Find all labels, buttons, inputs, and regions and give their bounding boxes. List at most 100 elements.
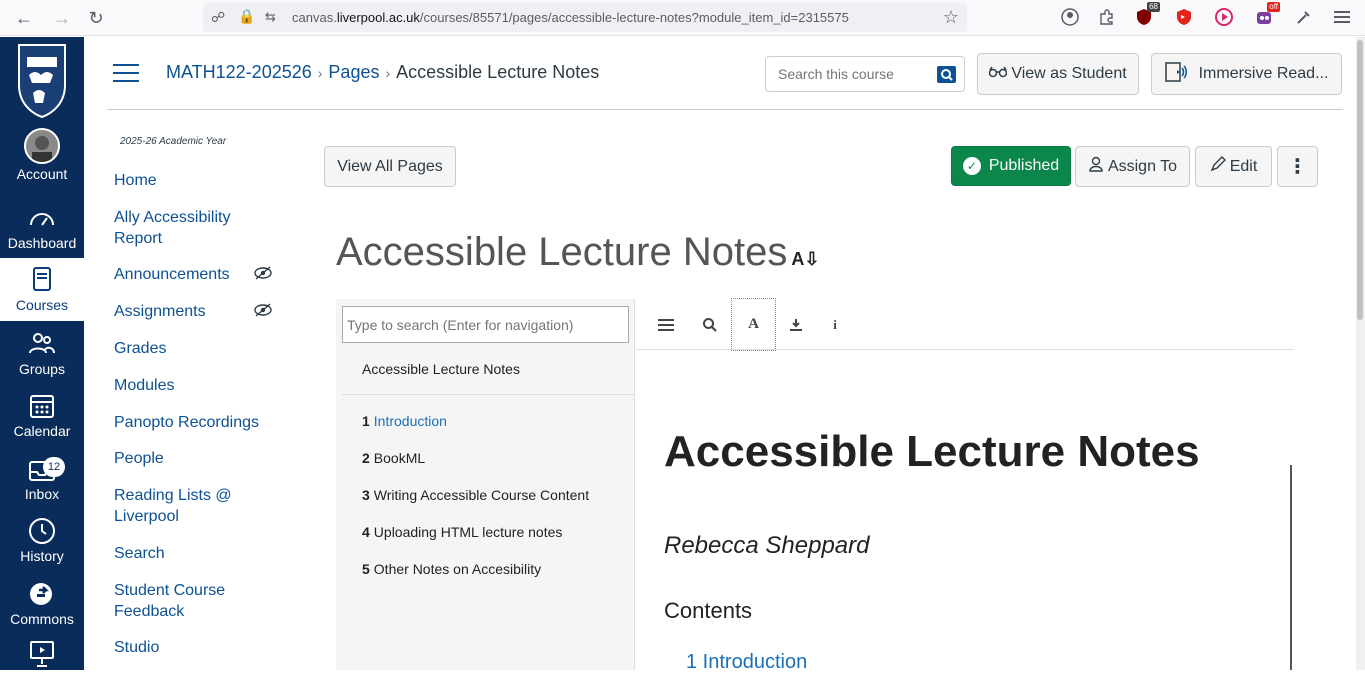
course-nav-studio[interactable]: Studio	[114, 637, 159, 658]
course-nav-assignments[interactable]: Assignments	[114, 301, 206, 322]
url-text: canvas.liverpool.ac.uk/courses/85571/pag…	[292, 10, 849, 25]
toc-item[interactable]: 3 Writing Accessible Course Content	[362, 487, 589, 503]
contents-link[interactable]: 1 Introduction	[686, 651, 807, 674]
person-icon	[1088, 156, 1104, 177]
groups-label: Groups	[19, 361, 65, 377]
scrollbar-thumb[interactable]	[1357, 40, 1363, 320]
shield-red-icon[interactable]	[1174, 7, 1194, 27]
course-nav-search[interactable]: Search	[114, 543, 165, 564]
course-search	[765, 56, 965, 92]
eyedropper-icon[interactable]	[1294, 7, 1314, 27]
global-nav-calendar[interactable]: Calendar	[0, 391, 84, 453]
global-nav-courses[interactable]: Courses	[0, 258, 84, 321]
course-nav-panopto-recordings[interactable]: Panopto Recordings	[114, 412, 259, 433]
ublock-icon[interactable]: 68	[1134, 2, 1160, 27]
course-nav-ally-accessibility-report[interactable]: Ally Accessibility Report	[114, 207, 254, 249]
edit-button[interactable]: Edit	[1195, 146, 1272, 187]
url-bar[interactable]: ☍ 🔒 ⇆ canvas.liverpool.ac.uk/courses/855…	[203, 3, 967, 32]
font-settings-icon[interactable]: A	[731, 298, 776, 351]
course-nav-home[interactable]: Home	[114, 170, 157, 191]
play-extension-icon[interactable]	[1214, 7, 1234, 27]
reload-icon[interactable]: ↻	[84, 6, 108, 30]
extensions-icon[interactable]	[1096, 7, 1116, 27]
search-button[interactable]	[937, 66, 956, 83]
groups-icon	[27, 329, 57, 359]
account-label: Account	[16, 166, 68, 182]
divider	[1290, 465, 1292, 670]
toc-item[interactable]: 4 Uploading HTML lecture notes	[362, 524, 562, 540]
alternative-formats-icon[interactable]: A⇩	[791, 249, 819, 269]
courses-icon	[27, 265, 57, 295]
course-search-input[interactable]	[778, 66, 928, 82]
contents-heading: Contents	[664, 598, 753, 623]
toc-item[interactable]: 2 BookML	[362, 450, 425, 466]
immersive-reader-button[interactable]: Immersive Read...	[1151, 53, 1342, 95]
studio-icon	[27, 638, 57, 668]
global-nav-commons[interactable]: Commons	[0, 579, 84, 641]
divider	[636, 349, 1294, 350]
course-nav-modules[interactable]: Modules	[114, 375, 174, 396]
document-title: Accessible Lecture Notes	[664, 427, 1200, 476]
inbox-label: Inbox	[24, 486, 60, 502]
toc-toggle-icon[interactable]	[652, 312, 680, 338]
dashboard-label: Dashboard	[7, 235, 77, 251]
global-nav-studio[interactable]	[0, 638, 84, 670]
browser-toolbar: ← → ↻ ☍ 🔒 ⇆ canvas.liverpool.ac.uk/cours…	[0, 0, 1365, 36]
commons-icon	[27, 579, 57, 609]
global-nav-dashboard[interactable]: Dashboard	[0, 203, 84, 265]
published-label: Published	[988, 157, 1060, 174]
chevron-right-icon: ›	[317, 65, 323, 81]
dashboard-icon	[27, 203, 57, 233]
course-menu-toggle[interactable]	[113, 64, 139, 84]
course-nav-grades[interactable]: Grades	[114, 338, 166, 359]
pencil-icon	[1210, 156, 1226, 177]
course-nav-announcements[interactable]: Announcements	[114, 264, 230, 285]
shield-icon[interactable]: ☍	[211, 9, 225, 26]
inbox-badge: 12	[43, 457, 65, 477]
immersive-reader-label: Immersive Read...	[1198, 65, 1329, 82]
toc-item[interactable]: 5 Other Notes on Accesibility	[362, 561, 541, 577]
assign-to-button[interactable]: Assign To	[1075, 146, 1190, 187]
more-options-button[interactable]: ⋮	[1277, 146, 1318, 187]
document-author: Rebecca Sheppard	[664, 532, 870, 559]
menu-icon[interactable]	[1332, 7, 1352, 27]
glasses-icon	[989, 65, 1008, 83]
ghost-extension-icon[interactable]: off	[1254, 2, 1280, 27]
course-nav-student-course-feedback[interactable]: Student Course Feedback	[114, 580, 244, 622]
back-icon[interactable]: ←	[12, 6, 36, 30]
bookmark-star-icon[interactable]: ☆	[943, 7, 959, 28]
toc-item[interactable]: 1 Introduction	[362, 413, 447, 429]
course-nav-reading-lists[interactable]: Reading Lists @ Liverpool	[114, 485, 244, 527]
global-nav-inbox[interactable]: 12 Inbox	[0, 454, 84, 516]
permissions-icon[interactable]: ⇆	[265, 9, 276, 25]
toc-sidebar	[336, 299, 635, 670]
toc-title[interactable]: Accessible Lecture Notes	[362, 361, 520, 377]
info-icon[interactable]: i	[821, 312, 849, 338]
download-icon[interactable]	[782, 312, 810, 338]
published-button[interactable]: ✓ Published	[951, 146, 1071, 186]
immersive-reader-icon	[1164, 61, 1187, 87]
academic-year: 2025-26 Academic Year	[120, 136, 227, 147]
account-icon[interactable]	[1060, 7, 1080, 27]
breadcrumb-course[interactable]: MATH122-202526	[166, 62, 312, 82]
hidden-eye-icon	[254, 303, 272, 317]
global-nav-account[interactable]: Account	[0, 128, 84, 190]
global-nav-history[interactable]: History	[0, 516, 84, 578]
breadcrumb-pages[interactable]: Pages	[328, 62, 379, 82]
history-icon	[27, 516, 57, 546]
view-all-pages-button[interactable]: View All Pages	[324, 146, 456, 187]
search-icon[interactable]	[696, 312, 724, 338]
chevron-right-icon: ›	[385, 65, 391, 81]
global-nav-groups[interactable]: Groups	[0, 329, 84, 391]
breadcrumb-current: Accessible Lecture Notes	[396, 62, 600, 82]
breadcrumb: MATH122-202526 › Pages › Accessible Lecture …	[166, 62, 599, 83]
lock-icon[interactable]: 🔒	[238, 8, 255, 25]
toc-search-input[interactable]	[342, 306, 629, 343]
view-as-student-button[interactable]: View as Student	[977, 53, 1139, 95]
edit-label: Edit	[1229, 157, 1258, 175]
view-as-student-label: View as Student	[1011, 65, 1127, 82]
forward-icon[interactable]: →	[50, 6, 74, 30]
history-label: History	[20, 548, 64, 564]
university-logo[interactable]	[17, 43, 67, 124]
course-nav-people[interactable]: People	[114, 448, 164, 469]
